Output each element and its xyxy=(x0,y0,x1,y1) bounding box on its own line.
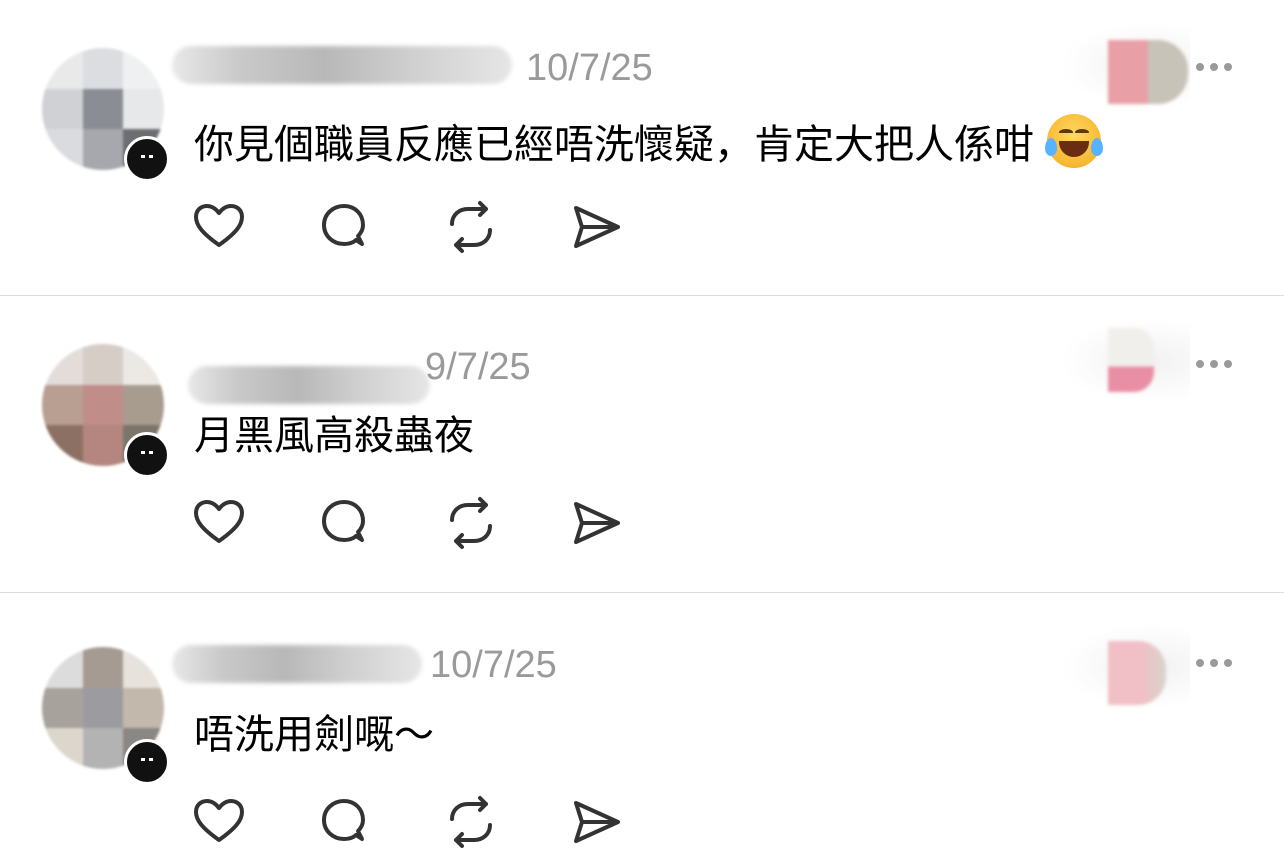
attached-thumbnail[interactable] xyxy=(1108,40,1188,104)
comments-feed: 10/7/25 你見個職員反應已經唔洗懷疑，肯定大把人係咁 9/7/25 月黑風… xyxy=(0,0,1284,867)
more-options-button[interactable] xyxy=(1192,651,1236,675)
more-options-button[interactable] xyxy=(1192,55,1236,79)
reply-button[interactable] xyxy=(318,200,372,254)
comment-item: 10/7/25 你見個職員反應已經唔洗懷疑，肯定大把人係咁 xyxy=(0,0,1284,296)
comment-actions xyxy=(192,496,632,550)
attached-thumbnail[interactable] xyxy=(1108,641,1166,705)
heart-icon xyxy=(194,500,244,543)
reply-button[interactable] xyxy=(318,795,372,849)
avatar-badge xyxy=(124,136,170,182)
share-button[interactable] xyxy=(570,200,624,254)
like-button[interactable] xyxy=(192,200,246,254)
repost-button[interactable] xyxy=(444,795,498,849)
comment-text: 你見個職員反應已經唔洗懷疑，肯定大把人係咁 xyxy=(194,114,1103,168)
face-with-tears-of-joy-icon xyxy=(1044,114,1103,168)
more-icon xyxy=(1196,63,1204,71)
repost-button[interactable] xyxy=(444,496,498,550)
avatar-badge xyxy=(124,739,170,785)
heart-icon xyxy=(194,799,244,842)
comment-bubble-icon xyxy=(322,799,365,841)
repost-button[interactable] xyxy=(444,200,498,254)
like-button[interactable] xyxy=(192,795,246,849)
username[interactable] xyxy=(172,46,512,84)
username[interactable] xyxy=(172,645,422,683)
heart-icon xyxy=(194,204,244,247)
timestamp: 10/7/25 xyxy=(430,644,557,686)
send-icon xyxy=(574,801,620,843)
share-button[interactable] xyxy=(570,496,624,550)
repost-icon xyxy=(450,497,492,549)
comment-text: 唔洗用劍嘅～ xyxy=(194,712,434,758)
send-icon xyxy=(574,206,620,248)
repost-icon xyxy=(450,796,492,848)
send-icon xyxy=(574,502,620,544)
comment-actions xyxy=(192,200,632,254)
comment-bubble-icon xyxy=(322,500,365,542)
comment-item: 10/7/25 唔洗用劍嘅～ xyxy=(0,593,1284,867)
comment-item: 9/7/25 月黑風高殺蟲夜 xyxy=(0,296,1284,593)
like-button[interactable] xyxy=(192,496,246,550)
more-options-button[interactable] xyxy=(1192,352,1236,376)
comment-text: 月黑風高殺蟲夜 xyxy=(194,413,474,459)
repost-icon xyxy=(450,201,492,253)
username[interactable] xyxy=(188,366,430,404)
avatar-badge xyxy=(124,432,170,478)
more-icon xyxy=(1196,360,1204,368)
more-icon xyxy=(1196,659,1204,667)
share-button[interactable] xyxy=(570,795,624,849)
comment-text-content: 你見個職員反應已經唔洗懷疑，肯定大把人係咁 xyxy=(194,122,1034,168)
reply-button[interactable] xyxy=(318,496,372,550)
timestamp: 10/7/25 xyxy=(526,47,653,89)
attached-thumbnail[interactable] xyxy=(1108,328,1154,392)
comment-bubble-icon xyxy=(322,204,365,246)
timestamp: 9/7/25 xyxy=(425,346,531,388)
comment-actions xyxy=(192,795,632,849)
